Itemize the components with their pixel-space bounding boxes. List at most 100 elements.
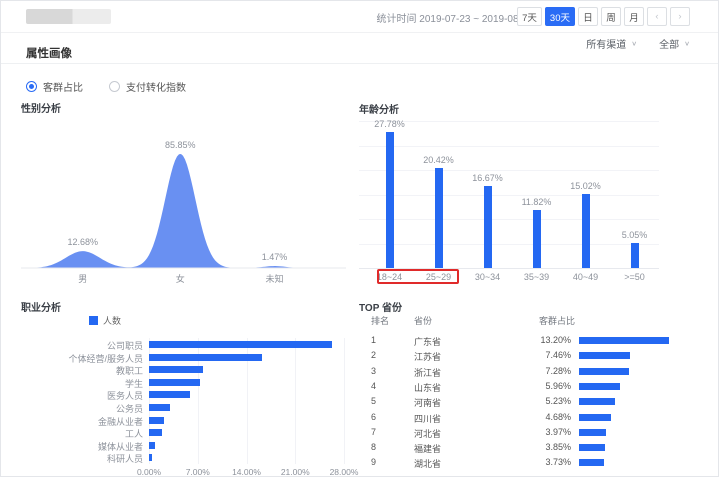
- age-category-label: 35~39: [524, 272, 549, 282]
- channel-select-value: 所有渠道: [586, 36, 626, 51]
- scope-select[interactable]: 全部 ∨: [659, 36, 690, 51]
- occupation-row: 教职工: [21, 363, 356, 376]
- radio-icon: [26, 81, 37, 92]
- age-category-label: 40~49: [573, 272, 598, 282]
- gender-category-label: 未知: [265, 272, 283, 285]
- province-cell: 江苏省: [414, 350, 441, 363]
- percentage-cell: 13.20%: [517, 335, 571, 345]
- gender-value-label: 85.85%: [165, 140, 196, 150]
- stat-time-label: 统计时间 2019-07-23 ~ 2019-08-21: [377, 10, 533, 25]
- table-row: 7河北省3.97%: [359, 427, 709, 442]
- provinces-table: 排名省份客群占比1广东省13.20%2江苏省7.46%3浙江省7.28%4山东省…: [359, 297, 709, 477]
- province-bar: [579, 429, 606, 436]
- chevron-down-icon: ∨: [631, 40, 637, 47]
- province-cell: 四川省: [414, 412, 441, 425]
- province-cell: 山东省: [414, 381, 441, 394]
- radio-icon: [109, 81, 120, 92]
- gender-area-shape: [21, 154, 346, 268]
- gender-chart: 男12.68%女85.85%未知1.47%: [21, 118, 346, 280]
- prev-page-button[interactable]: ‹: [647, 7, 667, 26]
- time-range-button[interactable]: 日: [578, 7, 598, 26]
- rank-cell: 6: [371, 412, 376, 422]
- channel-select[interactable]: 所有渠道 ∨: [586, 36, 637, 51]
- age-chart: 27.78%18~2420.42%25~2916.67%30~3411.82%3…: [359, 113, 709, 285]
- occupation-bar: [149, 391, 190, 398]
- occupation-row: 公司职员: [21, 338, 356, 351]
- table-header: 排名: [371, 314, 389, 327]
- legend-item[interactable]: 人数: [89, 314, 121, 327]
- occupation-bar: [149, 379, 200, 386]
- table-row: 9 湖北省 3.73%: [359, 457, 709, 472]
- time-range-button[interactable]: 月: [624, 7, 644, 26]
- rank-cell: 7: [371, 427, 376, 437]
- page-title: 属性画像: [26, 45, 72, 61]
- percentage-cell: 3.73%: [517, 457, 571, 467]
- x-axis-tick-label: 7.00%: [186, 467, 210, 477]
- province-cell: 福建省: [414, 442, 441, 455]
- analytics-dashboard: 统计时间 2019-07-23 ~ 2019-08-21 7天30天日周月‹› …: [0, 0, 719, 477]
- age-value-label: 11.82%: [522, 197, 552, 207]
- province-bar: [579, 459, 604, 466]
- age-bar: [435, 168, 443, 268]
- legend-swatch-icon: [89, 316, 98, 325]
- tab-radio-label: 支付转化指数: [126, 79, 186, 94]
- occupation-bar: [149, 429, 162, 436]
- occupation-row: 公务员: [21, 401, 356, 414]
- x-axis-tick-label: 28.00%: [330, 467, 359, 477]
- table-row: 8福建省3.85%: [359, 442, 709, 457]
- age-bar: [582, 194, 590, 268]
- red-annotation-box: [377, 269, 459, 284]
- table-row: 5河南省5.23%: [359, 396, 709, 411]
- table-row: 1广东省13.20%: [359, 335, 709, 350]
- rank-cell: 8: [371, 442, 376, 452]
- province-cell: 广东省: [414, 335, 441, 348]
- percentage-cell: 4.68%: [517, 412, 571, 422]
- percentage-cell: 7.46%: [517, 350, 571, 360]
- table-row: 4山东省5.96%: [359, 381, 709, 396]
- filter-row: 所有渠道 ∨ 全部 ∨: [586, 36, 690, 51]
- percentage-cell: 5.96%: [517, 381, 571, 391]
- rank-cell: 9: [371, 457, 376, 467]
- gender-chart-title: 性别分析: [21, 100, 61, 115]
- x-axis-tick-label: 21.00%: [281, 467, 310, 477]
- gender-category-label: 女: [176, 272, 185, 285]
- age-value-label: 5.05%: [622, 230, 648, 240]
- gridline: [359, 244, 659, 245]
- province-bar: [579, 383, 620, 390]
- rank-cell: 2: [371, 350, 376, 360]
- tab-radio-1[interactable]: 支付转化指数: [109, 79, 186, 94]
- gridline: [359, 219, 659, 220]
- province-bar: [579, 444, 605, 451]
- province-cell: 河北省: [414, 427, 441, 440]
- age-bar: [533, 210, 541, 268]
- next-page-button[interactable]: ›: [670, 7, 690, 26]
- age-value-label: 27.78%: [374, 119, 405, 129]
- province-bar: [579, 414, 611, 421]
- province-bar: [579, 398, 615, 405]
- percentage-cell: 7.28%: [517, 366, 571, 376]
- age-value-label: 20.42%: [423, 155, 454, 165]
- tab-radio-0[interactable]: 客群占比: [26, 79, 83, 94]
- x-axis-tick-label: 0.00%: [137, 467, 161, 477]
- time-range-button[interactable]: 周: [601, 7, 621, 26]
- table-row: 3浙江省7.28%: [359, 366, 709, 381]
- gender-value-label: 12.68%: [67, 237, 98, 247]
- gender-category-label: 男: [78, 272, 87, 285]
- legend-label: 人数: [103, 314, 121, 327]
- gender-value-label: 1.47%: [262, 252, 288, 262]
- occupation-row: 科研人员: [21, 451, 356, 464]
- age-value-label: 16.67%: [472, 173, 503, 183]
- time-range-button[interactable]: 7天: [517, 7, 542, 26]
- age-category-label: >=50: [624, 272, 645, 282]
- occupation-bar: [149, 404, 170, 411]
- province-cell: 浙江省: [414, 366, 441, 379]
- time-range-button[interactable]: 30天: [545, 7, 575, 26]
- age-value-label: 15.02%: [570, 181, 601, 191]
- age-bar: [484, 186, 492, 268]
- occupation-chart: 人数0.00%7.00%14.00%21.00%28.00%公司职员个体经营/服…: [21, 297, 356, 477]
- occupation-bar: [149, 417, 164, 424]
- percentage-cell: 5.23%: [517, 396, 571, 406]
- occupation-row: 媒体从业者: [21, 439, 356, 452]
- province-cell: 湖北省: [414, 457, 441, 470]
- redacted-title: [26, 9, 111, 24]
